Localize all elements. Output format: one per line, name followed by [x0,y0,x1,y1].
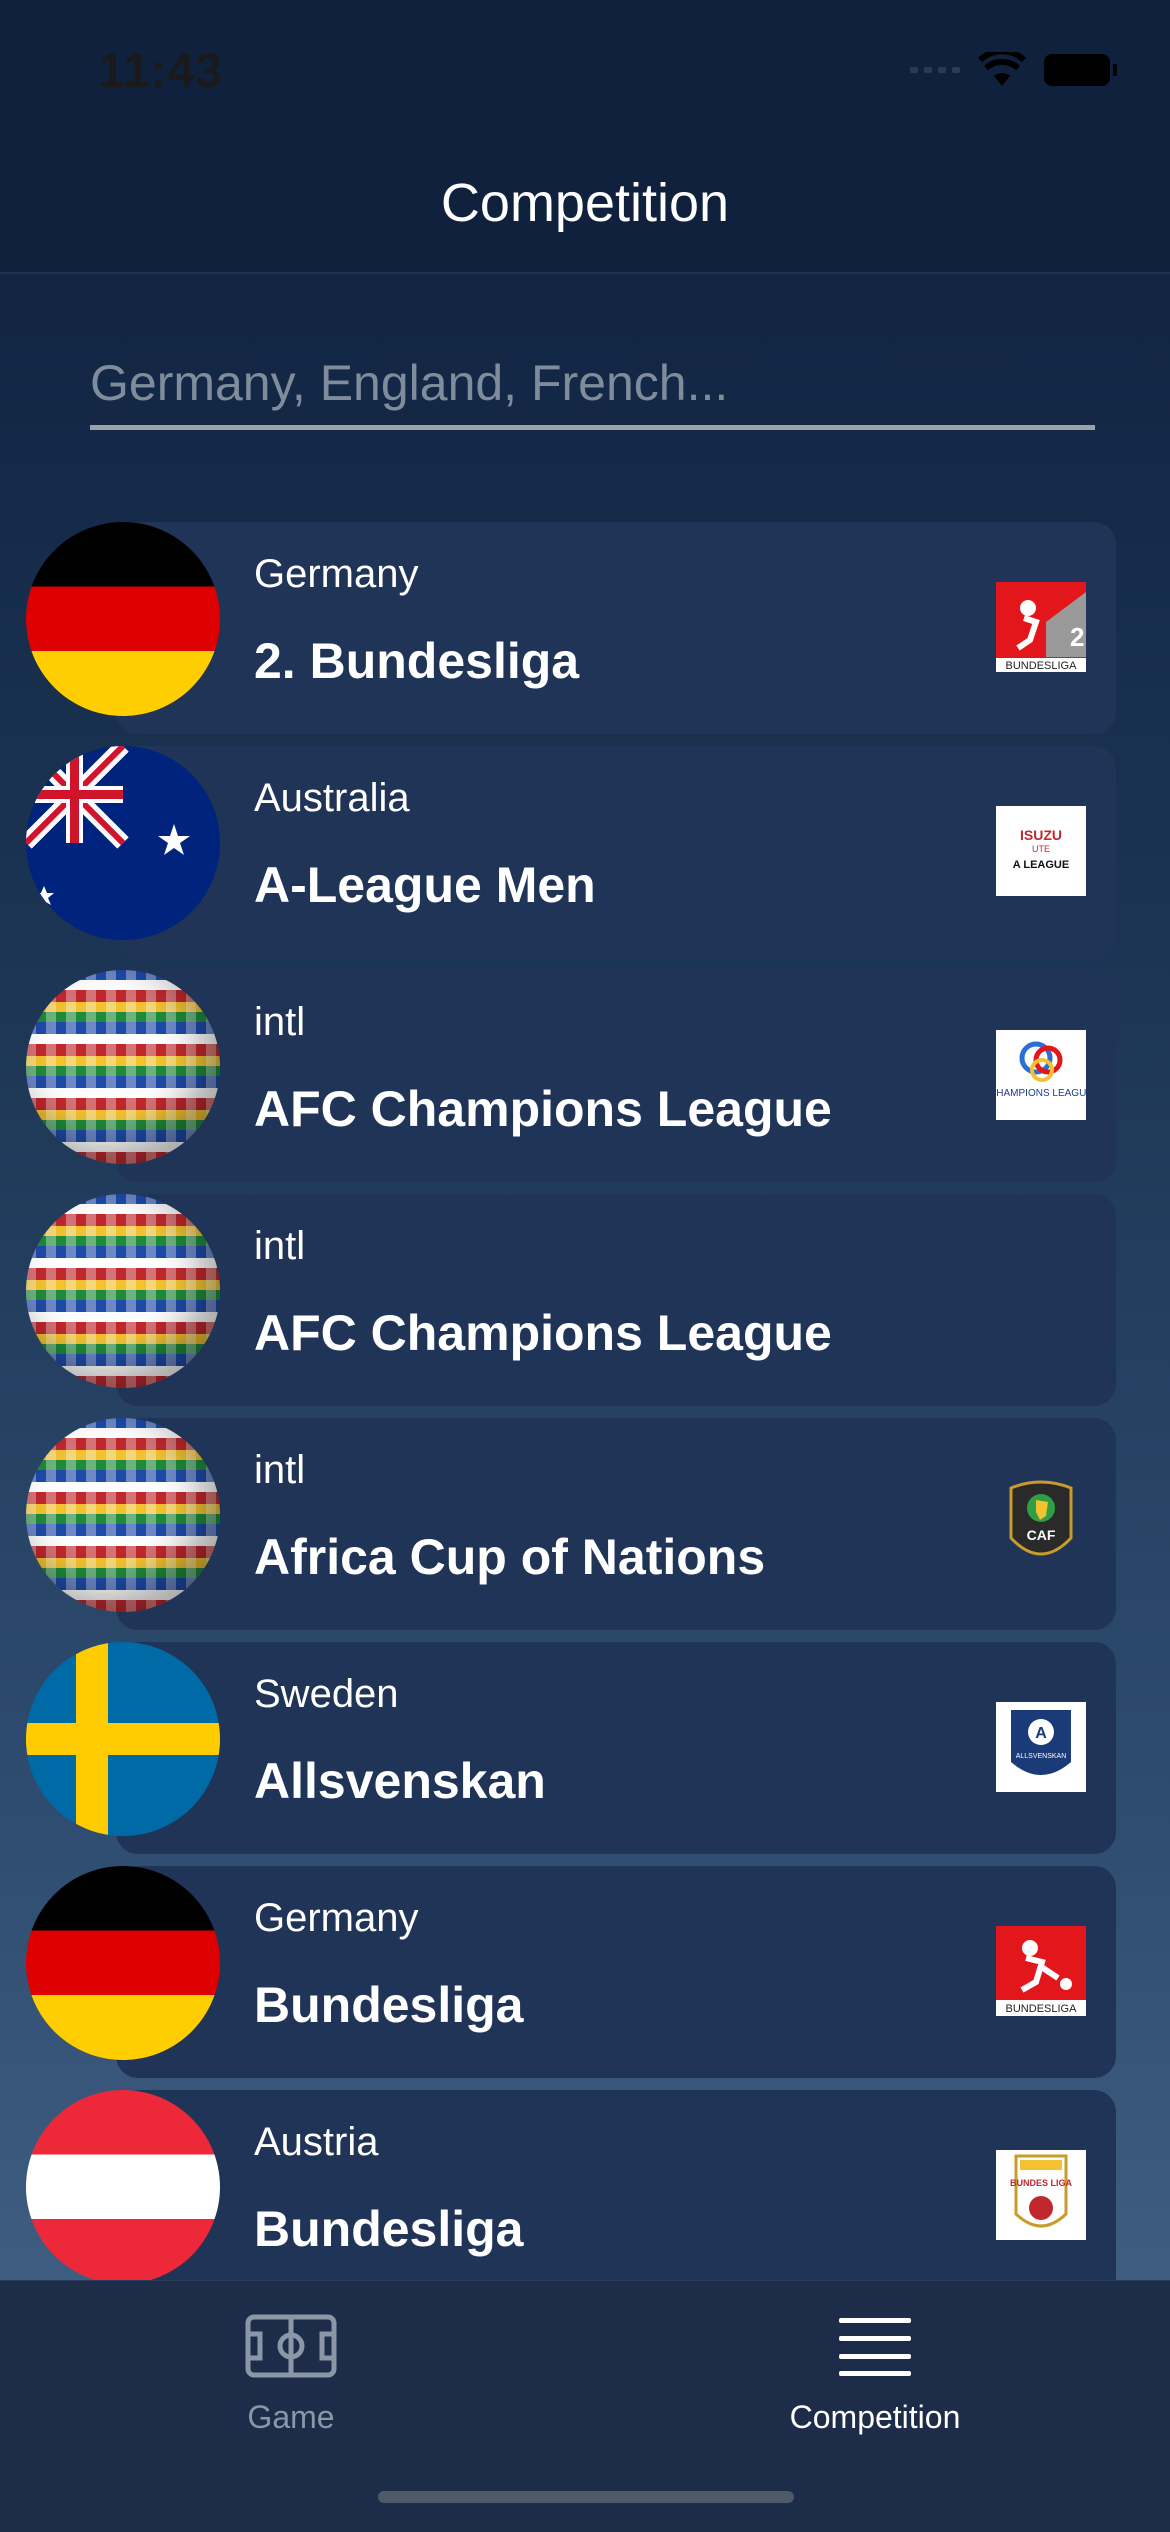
status-bar: 11:43 [0,0,1170,150]
svg-text:ISUZU: ISUZU [1020,827,1062,843]
world-globe-flag [26,1194,220,1388]
country-label: Germany [254,1896,419,1940]
svg-text:BUNDESLIGA: BUNDESLIGA [1006,2003,1078,2015]
search-input[interactable] [90,340,1095,430]
country-label: Germany [254,552,419,596]
list-item[interactable]: Australia A-League Men ISUZU UTE A LEAGU… [26,746,1116,958]
world-globe-flag [26,1418,220,1612]
afc-champions-league-logo: CHAMPIONS LEAGUE [996,1030,1086,1120]
svg-text:CAF: CAF [1027,1527,1056,1543]
country-label: intl [254,1000,306,1044]
search-container [90,340,1095,430]
list-item[interactable]: Germany Bundesliga BUNDESLIGA [26,1866,1116,2078]
competition-list[interactable]: Germany 2. Bundesliga 2 BUNDESLIGA Austr… [0,522,1170,2280]
list-item[interactable]: intl AFC Champions League [26,1194,1116,1406]
austria-flag [26,2090,220,2280]
country-label: Sweden [254,1672,399,1716]
svg-text:BUNDESLIGA: BUNDESLIGA [1006,660,1078,672]
battery-icon [1044,54,1117,86]
league-name: Africa Cup of Nations [254,1529,766,1585]
australia-flag [26,746,220,940]
league-name: AFC Champions League [254,1081,832,1137]
country-label: intl [254,1224,306,1268]
league-name: A-League Men [254,857,596,913]
status-time: 11:43 [98,45,224,98]
tab-game[interactable]: Game [141,2301,441,2436]
country-label: intl [254,1448,306,1492]
2-bundesliga-logo: 2 BUNDESLIGA [996,582,1086,672]
tab-game-label: Game [247,2399,335,2435]
league-name: Bundesliga [254,1977,524,2033]
league-name: Bundesliga [254,2201,524,2257]
germany-flag [26,1866,220,2060]
germany-flag [26,522,220,716]
list-item[interactable]: Germany 2. Bundesliga 2 BUNDESLIGA [26,522,1116,734]
svg-text:UTE: UTE [1032,844,1050,854]
svg-text:ALLSVENSKAN: ALLSVENSKAN [1016,1753,1067,1760]
league-name: AFC Champions League [254,1305,832,1361]
svg-text:BUNDES LIGA: BUNDES LIGA [1010,2178,1073,2188]
allsvenskan-logo: A ALLSVENSKAN [996,1702,1086,1792]
sweden-flag [26,1642,220,1836]
league-name: Allsvenskan [254,1753,546,1809]
world-globe-flag [26,970,220,1164]
wifi-icon [978,52,1026,86]
country-label: Australia [254,776,410,820]
a-league-logo: ISUZU UTE A LEAGUE [996,806,1086,896]
list-menu-icon [725,2301,1025,2391]
list-item[interactable]: intl Africa Cup of Nations CAF [26,1418,1116,1630]
austrian-bundesliga-logo: BUNDES LIGA [996,2150,1086,2240]
list-item[interactable]: intl AFC Champions League CHAMPIONS LEAG… [26,970,1116,1182]
navigation-header: Competition [0,150,1170,274]
list-item[interactable]: Sweden Allsvenskan A ALLSVENSKAN [26,1642,1116,1854]
status-icons [910,52,1117,88]
africa-cup-of-nations-logo: CAF [996,1478,1086,1568]
list-item[interactable]: Austria Bundesliga BUNDES LIGA [26,2090,1116,2280]
country-label: Austria [254,2120,379,2164]
league-name: 2. Bundesliga [254,633,580,689]
tab-competition[interactable]: Competition [725,2301,1025,2436]
svg-text:A LEAGUE: A LEAGUE [1013,859,1069,871]
bundesliga-logo: BUNDESLIGA [996,1926,1086,2016]
svg-text:2: 2 [1070,622,1084,652]
svg-text:A: A [1035,1725,1047,1742]
home-indicator [378,2491,794,2503]
page-title: Competition [440,173,730,233]
svg-text:CHAMPIONS LEAGUE: CHAMPIONS LEAGUE [996,1088,1086,1099]
tab-competition-label: Competition [789,2399,961,2435]
cellular-signal-icon [910,67,960,73]
soccer-field-icon [141,2301,441,2391]
